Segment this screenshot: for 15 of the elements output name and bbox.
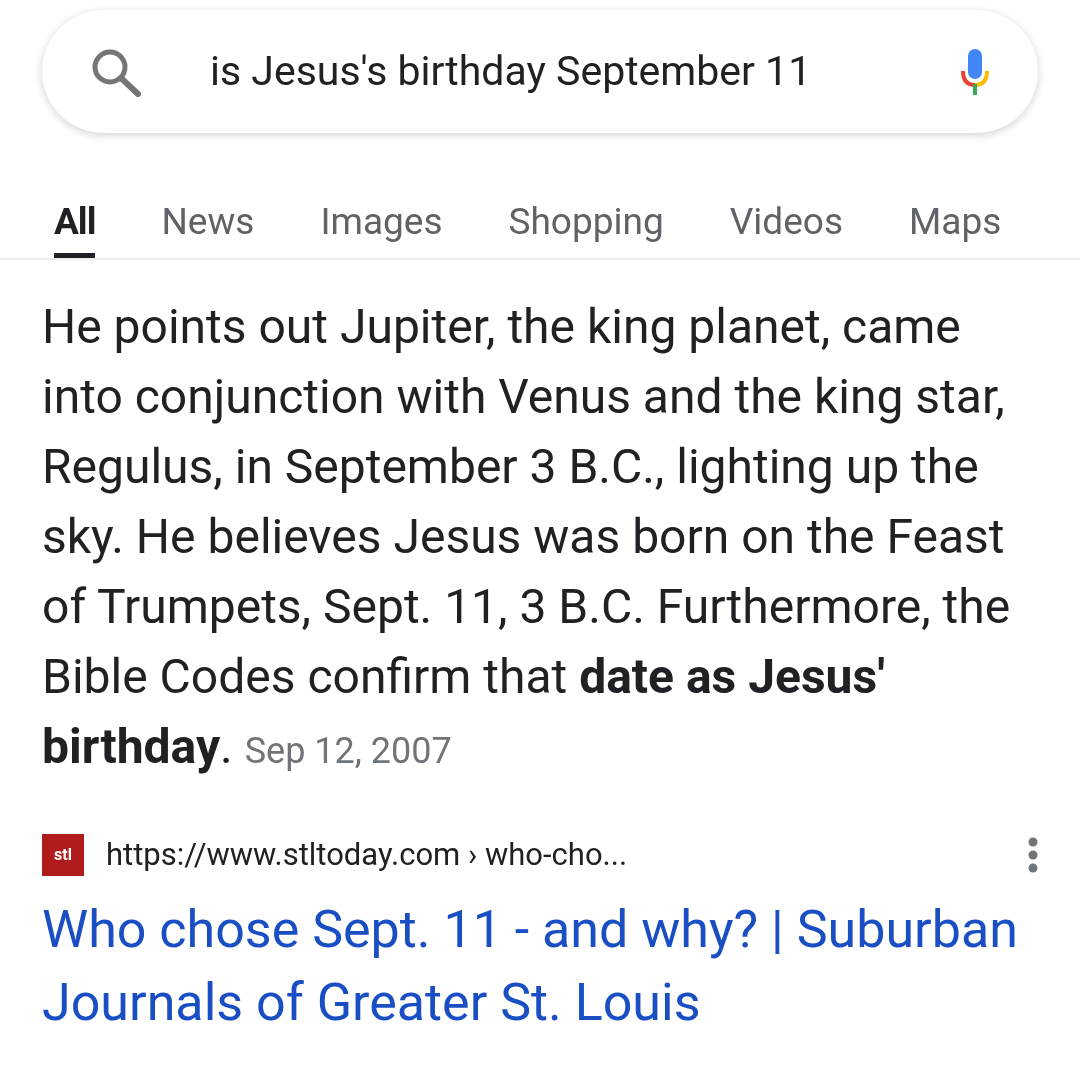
- microphone-icon[interactable]: [960, 46, 990, 97]
- search-bar[interactable]: is Jesus's birthday September 11: [42, 10, 1038, 133]
- snippet-text: He points out Jupiter, the king planet, came into conjunction with Venus and the king star, Regulus, in September 3 B.C., lighting up the sky. He believes Jesus was born on the Feast of Trumpets, Sept. 11, 3 B.C. Furthermore, the Bible Codes confirm that date as Jesus' birthday. Sep 12, 2007: [42, 297, 1012, 777]
- result-title-link[interactable]: Who chose Sept. 11 - and why? | Suburban Journals of Greater St. Louis: [42, 892, 1038, 1039]
- search-tab[interactable]: News: [161, 173, 255, 258]
- result-url[interactable]: https://www.stltoday.com › who-cho...: [106, 832, 1028, 879]
- search-tab[interactable]: Images: [320, 173, 443, 258]
- site-favicon: stl: [42, 834, 84, 877]
- search-query[interactable]: is Jesus's birthday September 11: [210, 40, 960, 103]
- search-tab[interactable]: Shopping: [508, 173, 664, 258]
- search-tab[interactable]: All: [54, 173, 96, 258]
- search-tab[interactable]: Maps: [909, 173, 1002, 258]
- more-options-icon[interactable]: [1028, 837, 1038, 874]
- search-tab[interactable]: Videos: [729, 173, 843, 258]
- snippet-date: Sep 12, 2007: [244, 730, 452, 772]
